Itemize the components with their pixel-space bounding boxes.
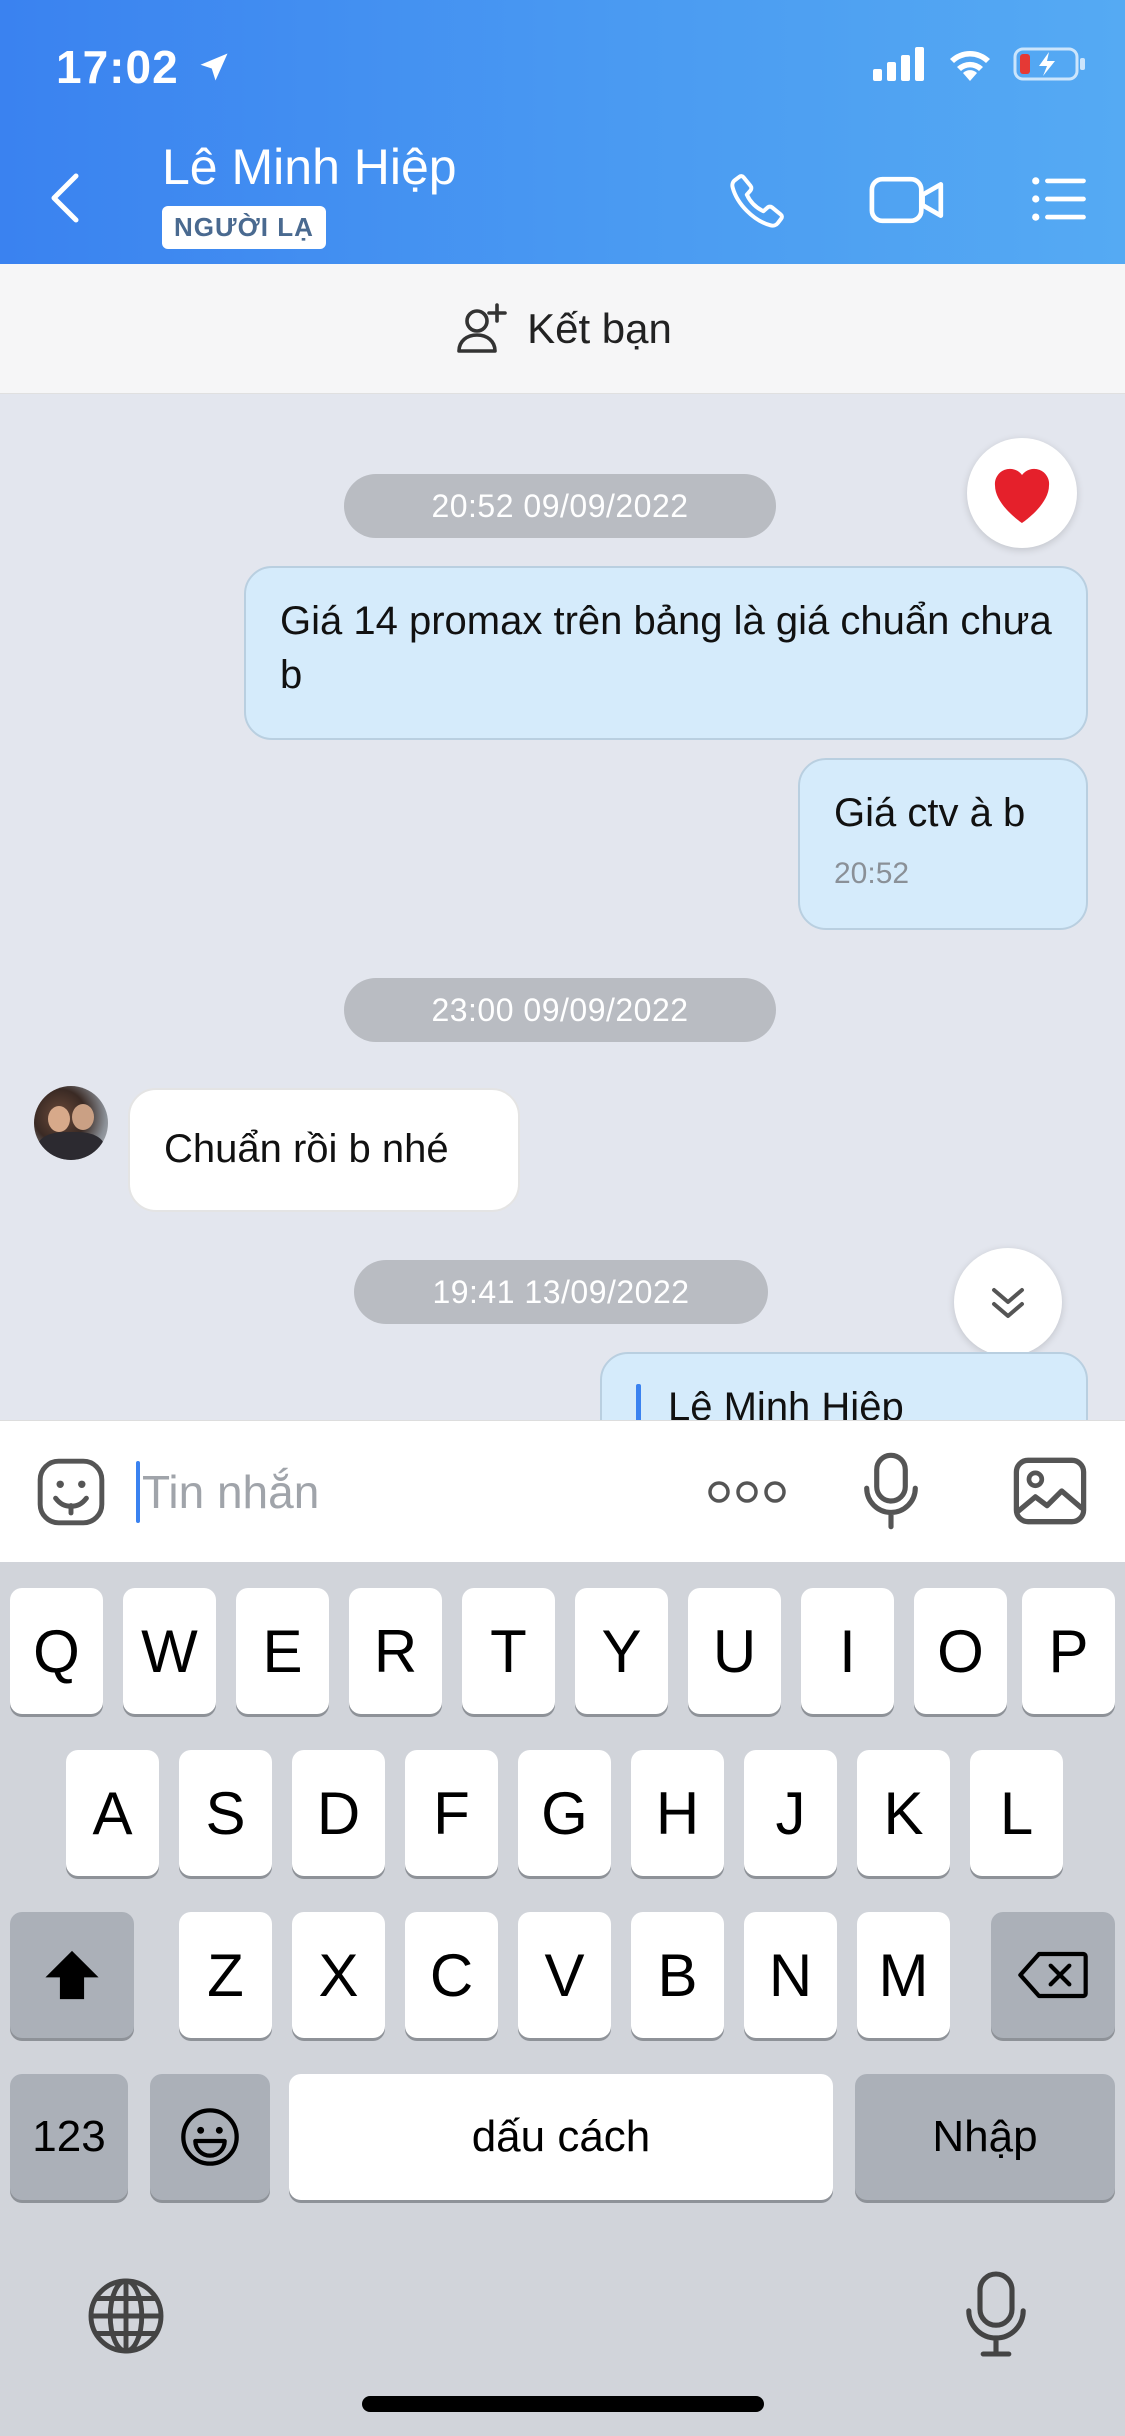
- key-j[interactable]: J: [744, 1750, 837, 1876]
- key-c[interactable]: C: [405, 1912, 498, 2038]
- more-icon[interactable]: [706, 1475, 788, 1509]
- message-text: Giá ctv à b: [834, 791, 1026, 835]
- key-w[interactable]: W: [123, 1588, 216, 1714]
- message-time: 20:52: [834, 857, 910, 890]
- wifi-icon: [950, 51, 990, 81]
- shift-icon: [45, 1950, 99, 2000]
- key-x[interactable]: X: [292, 1912, 385, 2038]
- key-q[interactable]: Q: [10, 1588, 103, 1714]
- key-y[interactable]: Y: [575, 1588, 668, 1714]
- add-friend-button[interactable]: Kết bạn: [0, 264, 1125, 394]
- reaction-button[interactable]: [967, 438, 1077, 548]
- outgoing-quoted-message[interactable]: Lê Minh Hiệp: [600, 1352, 1088, 1420]
- chat-header: 17:02 Lê Minh Hiệp NGƯỜI LẠ: [0, 0, 1125, 264]
- mic-icon[interactable]: [862, 1451, 920, 1531]
- return-key[interactable]: Nhập: [855, 2074, 1115, 2200]
- contact-name[interactable]: Lê Minh Hiệp: [162, 138, 457, 196]
- key-o[interactable]: O: [914, 1588, 1007, 1714]
- key-r[interactable]: R: [349, 1588, 442, 1714]
- status-time-text: 17:02: [56, 41, 179, 93]
- chevron-double-down-icon: [992, 1288, 1024, 1318]
- key-i[interactable]: I: [801, 1588, 894, 1714]
- heart-icon: [994, 468, 1050, 523]
- key-h[interactable]: H: [631, 1750, 724, 1876]
- battery-icon: [1013, 47, 1085, 81]
- timestamp-divider: 20:52 09/09/2022: [344, 474, 776, 538]
- video-icon[interactable]: [868, 168, 946, 232]
- emoji-key[interactable]: [150, 2074, 270, 2200]
- key-m[interactable]: M: [857, 1912, 950, 2038]
- backspace-icon: [1018, 1951, 1088, 1999]
- menu-icon[interactable]: [1028, 168, 1090, 230]
- key-u[interactable]: U: [688, 1588, 781, 1714]
- message-input-bar: Tin nhắn: [0, 1420, 1125, 1562]
- status-indicators: [873, 46, 1087, 82]
- shift-key[interactable]: [10, 1912, 134, 2038]
- message-input[interactable]: Tin nhắn: [142, 1465, 319, 1519]
- quote-bar: [636, 1384, 641, 1420]
- message-text: Chuẩn rồi b nhé: [164, 1127, 449, 1171]
- image-icon[interactable]: [1012, 1455, 1088, 1527]
- key-b[interactable]: B: [631, 1912, 724, 2038]
- key-n[interactable]: N: [744, 1912, 837, 2038]
- key-a[interactable]: A: [66, 1750, 159, 1876]
- signal-icon: [873, 47, 924, 81]
- key-s[interactable]: S: [179, 1750, 272, 1876]
- key-z[interactable]: Z: [179, 1912, 272, 2038]
- text-caret: [136, 1461, 140, 1523]
- key-p[interactable]: P: [1022, 1588, 1115, 1714]
- key-f[interactable]: F: [405, 1750, 498, 1876]
- timestamp-divider: 19:41 13/09/2022: [354, 1260, 768, 1324]
- add-friend-label: Kết bạn: [527, 304, 672, 352]
- key-d[interactable]: D: [292, 1750, 385, 1876]
- key-g[interactable]: G: [518, 1750, 611, 1876]
- message-list[interactable]: 20:52 09/09/2022 Giá 14 promax trên bảng…: [0, 394, 1125, 1420]
- phone-icon[interactable]: [726, 168, 790, 232]
- scroll-to-bottom-button[interactable]: [954, 1248, 1062, 1356]
- location-arrow-icon: [200, 53, 228, 81]
- sticker-icon[interactable]: [34, 1455, 108, 1529]
- backspace-key[interactable]: [991, 1912, 1115, 2038]
- add-friend-icon: [457, 302, 507, 353]
- avatar[interactable]: [34, 1086, 108, 1160]
- key-l[interactable]: L: [970, 1750, 1063, 1876]
- status-time: 17:02: [56, 40, 232, 94]
- emoji-icon: [181, 2108, 239, 2166]
- key-t[interactable]: T: [462, 1588, 555, 1714]
- dictation-icon[interactable]: [964, 2268, 1028, 2360]
- stranger-badge: NGƯỜI LẠ: [162, 206, 326, 249]
- key-e[interactable]: E: [236, 1588, 329, 1714]
- key-k[interactable]: K: [857, 1750, 950, 1876]
- outgoing-message[interactable]: Giá 14 promax trên bảng là giá chuẩn chư…: [244, 566, 1088, 740]
- quoted-sender-name: Lê Minh Hiệp: [668, 1385, 904, 1420]
- numbers-key[interactable]: 123: [10, 2074, 128, 2200]
- key-v[interactable]: V: [518, 1912, 611, 2038]
- globe-icon[interactable]: [84, 2274, 168, 2358]
- incoming-message[interactable]: Chuẩn rồi b nhé: [128, 1088, 520, 1212]
- message-text: Giá 14 promax trên bảng là giá chuẩn chư…: [280, 599, 1052, 697]
- back-icon[interactable]: [40, 162, 92, 234]
- outgoing-message[interactable]: Giá ctv à b 20:52: [798, 758, 1088, 930]
- keyboard: Q W E R T Y U I O P A S D F G H J K L Z …: [0, 1562, 1125, 2436]
- timestamp-divider: 23:00 09/09/2022: [344, 978, 776, 1042]
- space-key[interactable]: dấu cách: [289, 2074, 833, 2200]
- home-indicator[interactable]: [362, 2396, 764, 2412]
